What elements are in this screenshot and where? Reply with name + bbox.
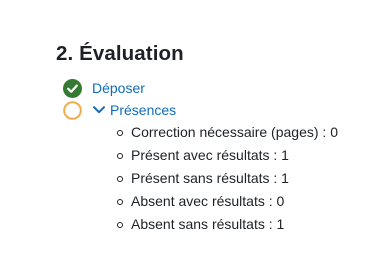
empty-circle-icon bbox=[63, 100, 82, 120]
chevron-down-icon[interactable] bbox=[92, 103, 106, 117]
activity-deposer: Déposer bbox=[63, 78, 145, 98]
list-item: Absent avec résultats : 0 bbox=[117, 190, 338, 213]
list-item: Correction nécessaire (pages) : 0 bbox=[117, 121, 338, 144]
deposer-link[interactable]: Déposer bbox=[92, 78, 145, 98]
list-item: Présent avec résultats : 1 bbox=[117, 144, 338, 167]
bullet-icon bbox=[117, 221, 123, 228]
check-circle-icon bbox=[63, 78, 82, 98]
list-item-text: Présent sans résultats : 1 bbox=[131, 170, 289, 186]
section-title: 2. Évaluation bbox=[56, 42, 184, 65]
presences-toggle[interactable]: Présences bbox=[92, 100, 176, 120]
presences-details-list: Correction nécessaire (pages) : 0 Présen… bbox=[117, 121, 338, 236]
bullet-icon bbox=[117, 152, 123, 159]
course-section: 2. Évaluation Déposer Présences Correcti… bbox=[0, 0, 388, 265]
bullet-icon bbox=[117, 175, 123, 182]
list-item-text: Absent avec résultats : 0 bbox=[131, 193, 285, 209]
presences-link[interactable]: Présences bbox=[110, 100, 176, 120]
list-item-text: Absent sans résultats : 1 bbox=[131, 216, 285, 232]
bullet-icon bbox=[117, 129, 123, 136]
activity-presences: Présences bbox=[63, 100, 176, 120]
list-item: Absent sans résultats : 1 bbox=[117, 213, 338, 236]
bullet-icon bbox=[117, 198, 123, 205]
list-item: Présent sans résultats : 1 bbox=[117, 167, 338, 190]
list-item-text: Présent avec résultats : 1 bbox=[131, 147, 289, 163]
list-item-text: Correction nécessaire (pages) : 0 bbox=[131, 124, 338, 140]
